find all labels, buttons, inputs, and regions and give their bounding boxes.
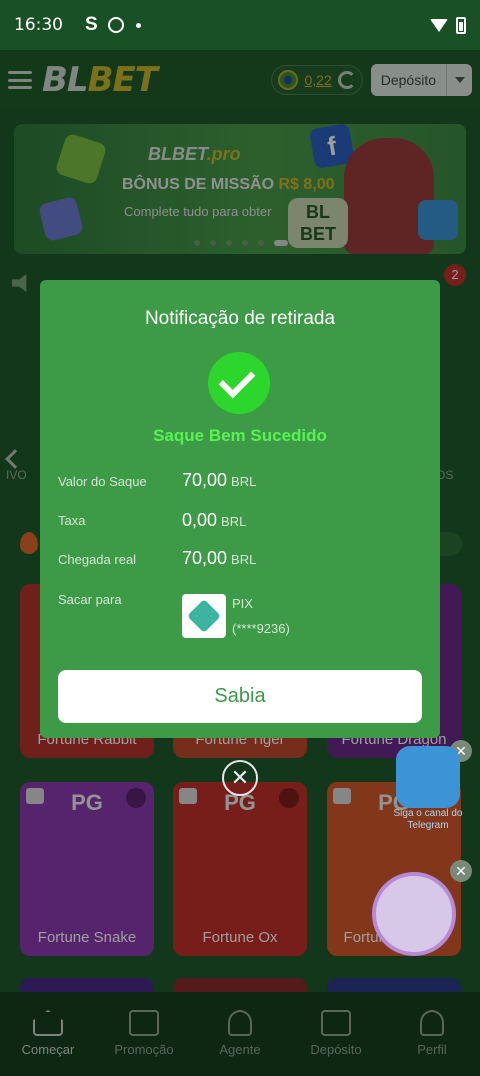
withdrawal-modal: Notificação de retirada Saque Bem Sucedi… bbox=[40, 280, 440, 738]
clock: 16:30 bbox=[14, 15, 63, 35]
telegram-float-icon[interactable] bbox=[396, 746, 460, 808]
pix-icon bbox=[182, 594, 226, 638]
success-status: Saque Bem Sucedido bbox=[153, 426, 327, 445]
account-number: (****9236) bbox=[232, 621, 290, 636]
detail-value: 0,00 BRL bbox=[182, 510, 247, 530]
wifi-icon bbox=[430, 18, 448, 32]
s-app-icon: S bbox=[85, 14, 98, 35]
close-icon[interactable]: ✕ bbox=[450, 860, 472, 882]
checkmark-icon bbox=[208, 352, 270, 414]
close-icon[interactable]: ✕ bbox=[222, 760, 258, 796]
battery-icon bbox=[456, 16, 466, 34]
detail-label: Taxa bbox=[58, 513, 86, 528]
confirm-button[interactable]: Sabia bbox=[58, 670, 422, 723]
detail-value: 70,00 BRL bbox=[182, 548, 257, 568]
telegram-promo-label[interactable]: Siga o canal do Telegram bbox=[386, 808, 470, 832]
detail-label: Chegada real bbox=[58, 552, 137, 567]
detail-label: Valor do Saque bbox=[58, 474, 147, 489]
modal-title: Notificação de retirada bbox=[144, 308, 336, 329]
detail-label: Sacar para bbox=[58, 592, 122, 607]
whatsapp-icon bbox=[107, 17, 124, 33]
notification-dot-icon bbox=[135, 22, 141, 28]
detail-value: 70,00 BRL bbox=[182, 470, 257, 490]
status-bar: 16:30 S bbox=[0, 0, 480, 50]
lucky-wheel-icon[interactable] bbox=[372, 872, 456, 956]
payment-method: PIX bbox=[232, 596, 253, 611]
